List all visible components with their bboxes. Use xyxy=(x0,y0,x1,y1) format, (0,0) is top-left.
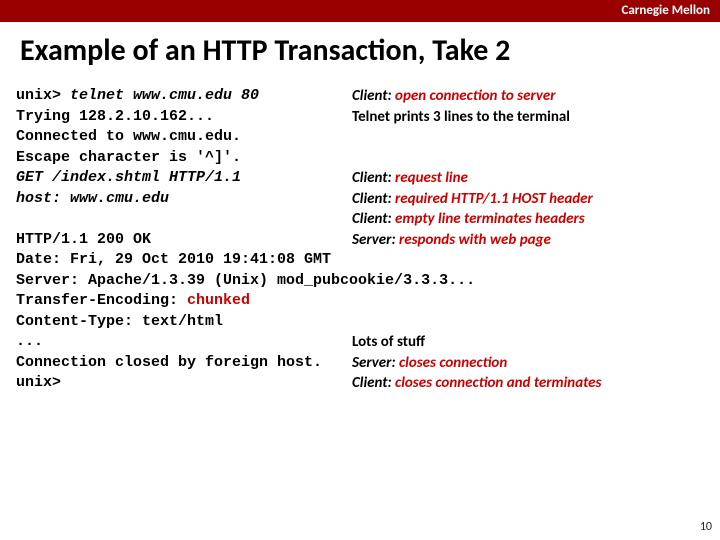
text-segment: unix> xyxy=(16,374,61,391)
text-segment: Content-Type: text/html xyxy=(16,313,223,330)
annotation-text: Server: responds with web page xyxy=(352,230,551,251)
annotation-text: Client: open connection to server xyxy=(352,86,556,107)
text-segment: Transfer-Encoding: xyxy=(16,292,187,309)
text-segment: closes connection xyxy=(399,354,507,372)
page-number: 10 xyxy=(700,520,712,534)
annotation-text: Server: closes connection xyxy=(352,353,507,374)
terminal-text: Connection closed by foreign host. xyxy=(16,353,322,374)
terminal-text: host: www.cmu.edu xyxy=(16,189,169,210)
text-segment: Client: xyxy=(352,169,395,187)
text-segment: Server: xyxy=(352,354,399,372)
text-segment: ... xyxy=(16,333,43,350)
content-row: Client: empty line terminates headers xyxy=(16,209,720,230)
text-segment: Client: xyxy=(352,210,395,228)
text-segment: required HTTP/1.1 HOST header xyxy=(395,190,593,208)
text-segment: unix> xyxy=(16,87,70,104)
text-segment: Connection closed by foreign host. xyxy=(16,354,322,371)
terminal-text: Server: Apache/1.3.39 (Unix) mod_pubcook… xyxy=(16,271,475,292)
text-segment: Server: Apache/1.3.39 (Unix) mod_pubcook… xyxy=(16,272,475,289)
slide-title: Example of an HTTP Transaction, Take 2 xyxy=(20,32,510,69)
text-segment: responds with web page xyxy=(399,231,551,249)
text-segment: Client: xyxy=(352,87,395,105)
content-row: Server: Apache/1.3.39 (Unix) mod_pubcook… xyxy=(16,271,720,292)
terminal-text: Date: Fri, 29 Oct 2010 19:41:08 GMT xyxy=(16,250,331,271)
terminal-text: Transfer-Encoding: chunked xyxy=(16,291,250,312)
annotation-text: Lots of stuff xyxy=(352,332,425,353)
text-segment: Client: xyxy=(352,374,395,392)
brand-text: Carnegie Mellon xyxy=(621,3,710,18)
terminal-text: Connected to www.cmu.edu. xyxy=(16,127,241,148)
text-segment: Trying 128.2.10.162... xyxy=(16,108,214,125)
content-row: unix> Client: closes connection and termi… xyxy=(16,373,720,394)
text-segment: Lots of stuff xyxy=(352,333,425,351)
text-segment: Date: Fri, 29 Oct 2010 19:41:08 GMT xyxy=(16,251,331,268)
annotation-text: Client: request line xyxy=(352,168,468,189)
text-segment: open connection to server xyxy=(395,87,556,105)
text-segment: GET /index.shtml HTTP/1.1 xyxy=(16,169,241,186)
terminal-text: unix> xyxy=(16,373,61,394)
content-row: ... Lots of stuff xyxy=(16,332,720,353)
text-segment: HTTP/1.1 200 OK xyxy=(16,231,151,248)
text-segment: Connected to www.cmu.edu. xyxy=(16,128,241,145)
text-segment: Telnet prints 3 lines to the terminal xyxy=(352,108,570,126)
text-segment: Client: xyxy=(352,190,395,208)
terminal-text: Trying 128.2.10.162... xyxy=(16,107,214,128)
content-row: Connection closed by foreign host. Server… xyxy=(16,353,720,374)
terminal-text: HTTP/1.1 200 OK xyxy=(16,230,151,251)
content-row: GET /index.shtml HTTP/1.1 Client: request… xyxy=(16,168,720,189)
content-row: HTTP/1.1 200 OK Server: responds with web… xyxy=(16,230,720,251)
content-row: Content-Type: text/html xyxy=(16,312,720,333)
content-row: Trying 128.2.10.162... Telnet prints 3 li… xyxy=(16,107,720,128)
terminal-text: GET /index.shtml HTTP/1.1 xyxy=(16,168,241,189)
terminal-text: Escape character is '^]'. xyxy=(16,148,241,169)
content-row: Escape character is '^]'. xyxy=(16,148,720,169)
annotation-text: Client: required HTTP/1.1 HOST header xyxy=(352,189,593,210)
brand-bar: Carnegie Mellon xyxy=(0,0,720,22)
text-segment: closes connection and terminates xyxy=(395,374,601,392)
content-row: host: www.cmu.edu Client: required HTTP/1… xyxy=(16,189,720,210)
text-segment: request line xyxy=(395,169,468,187)
annotation-text: Client: empty line terminates headers xyxy=(352,209,585,230)
content-row: Transfer-Encoding: chunked xyxy=(16,291,720,312)
text-segment: host: www.cmu.edu xyxy=(16,190,169,207)
content-row: Date: Fri, 29 Oct 2010 19:41:08 GMT xyxy=(16,250,720,271)
text-segment: empty line terminates headers xyxy=(395,210,585,228)
text-segment: telnet www.cmu.edu 80 xyxy=(70,87,259,104)
annotation-text: Telnet prints 3 lines to the terminal xyxy=(352,107,570,128)
terminal-text: Content-Type: text/html xyxy=(16,312,223,333)
slide-content: unix> telnet www.cmu.edu 80 Client: open … xyxy=(16,86,720,394)
annotation-text: Client: closes connection and terminates xyxy=(352,373,601,394)
content-row: Connected to www.cmu.edu. xyxy=(16,127,720,148)
text-segment: Escape character is '^]'. xyxy=(16,149,241,166)
terminal-text: ... xyxy=(16,332,43,353)
terminal-text: unix> telnet www.cmu.edu 80 xyxy=(16,86,259,107)
text-segment: chunked xyxy=(187,292,250,309)
content-row: unix> telnet www.cmu.edu 80 Client: open … xyxy=(16,86,720,107)
text-segment: Server: xyxy=(352,231,399,249)
